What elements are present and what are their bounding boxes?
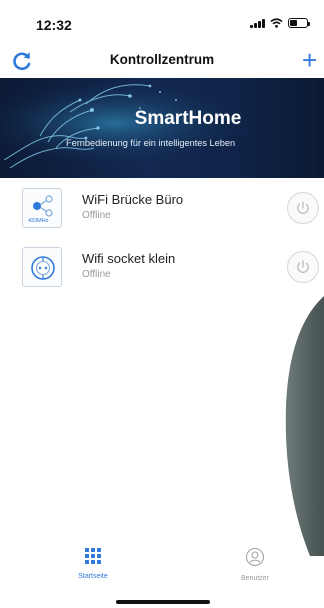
wifi-icon bbox=[270, 18, 283, 28]
tab-user-label: Benutzer bbox=[240, 575, 270, 582]
tab-bar: Startseite Benutzer bbox=[0, 541, 324, 593]
device-row[interactable]: 433MHz WiFi Brücke Büro Offline bbox=[0, 183, 324, 231]
tab-user[interactable]: Benutzer bbox=[210, 547, 300, 582]
home-indicator bbox=[116, 600, 210, 604]
tab-home-label: Startseite bbox=[78, 573, 108, 580]
power-button[interactable] bbox=[287, 251, 319, 283]
page-title: Kontrollzentrum bbox=[109, 52, 215, 67]
device-illustration bbox=[285, 296, 324, 556]
device-row[interactable]: Wifi socket klein Offline bbox=[0, 242, 324, 290]
power-icon bbox=[297, 260, 309, 273]
device-status: Offline bbox=[82, 210, 111, 221]
device-name: Wifi socket klein bbox=[82, 251, 176, 266]
device-name: WiFi Brücke Büro bbox=[82, 192, 184, 207]
grid-icon bbox=[85, 548, 101, 564]
smarthome-banner: SmartHome Fernbedienung für ein intellig… bbox=[0, 78, 324, 178]
signal-icon bbox=[250, 18, 265, 28]
add-device-button[interactable]: + bbox=[302, 46, 324, 74]
banner-title: SmartHome bbox=[134, 108, 242, 129]
status-bar: 12:32 bbox=[0, 0, 324, 44]
battery-icon bbox=[288, 18, 310, 28]
status-icons bbox=[250, 18, 310, 28]
tab-home[interactable]: Startseite bbox=[48, 547, 138, 580]
device-thumbnail: 433MHz bbox=[22, 188, 62, 228]
nav-bar: Kontrollzentrum + bbox=[0, 46, 324, 76]
banner-subtitle: Fernbedienung für ein intelligentes Lebe… bbox=[66, 138, 236, 148]
power-button[interactable] bbox=[287, 192, 319, 224]
device-thumbnail bbox=[22, 247, 62, 287]
socket-icon bbox=[31, 256, 55, 280]
status-time: 12:32 bbox=[36, 17, 72, 33]
frequency-label: 433MHz bbox=[28, 218, 49, 224]
power-icon bbox=[297, 201, 309, 214]
device-status: Offline bbox=[82, 269, 111, 280]
user-icon bbox=[245, 547, 265, 567]
battery-level bbox=[290, 20, 298, 26]
